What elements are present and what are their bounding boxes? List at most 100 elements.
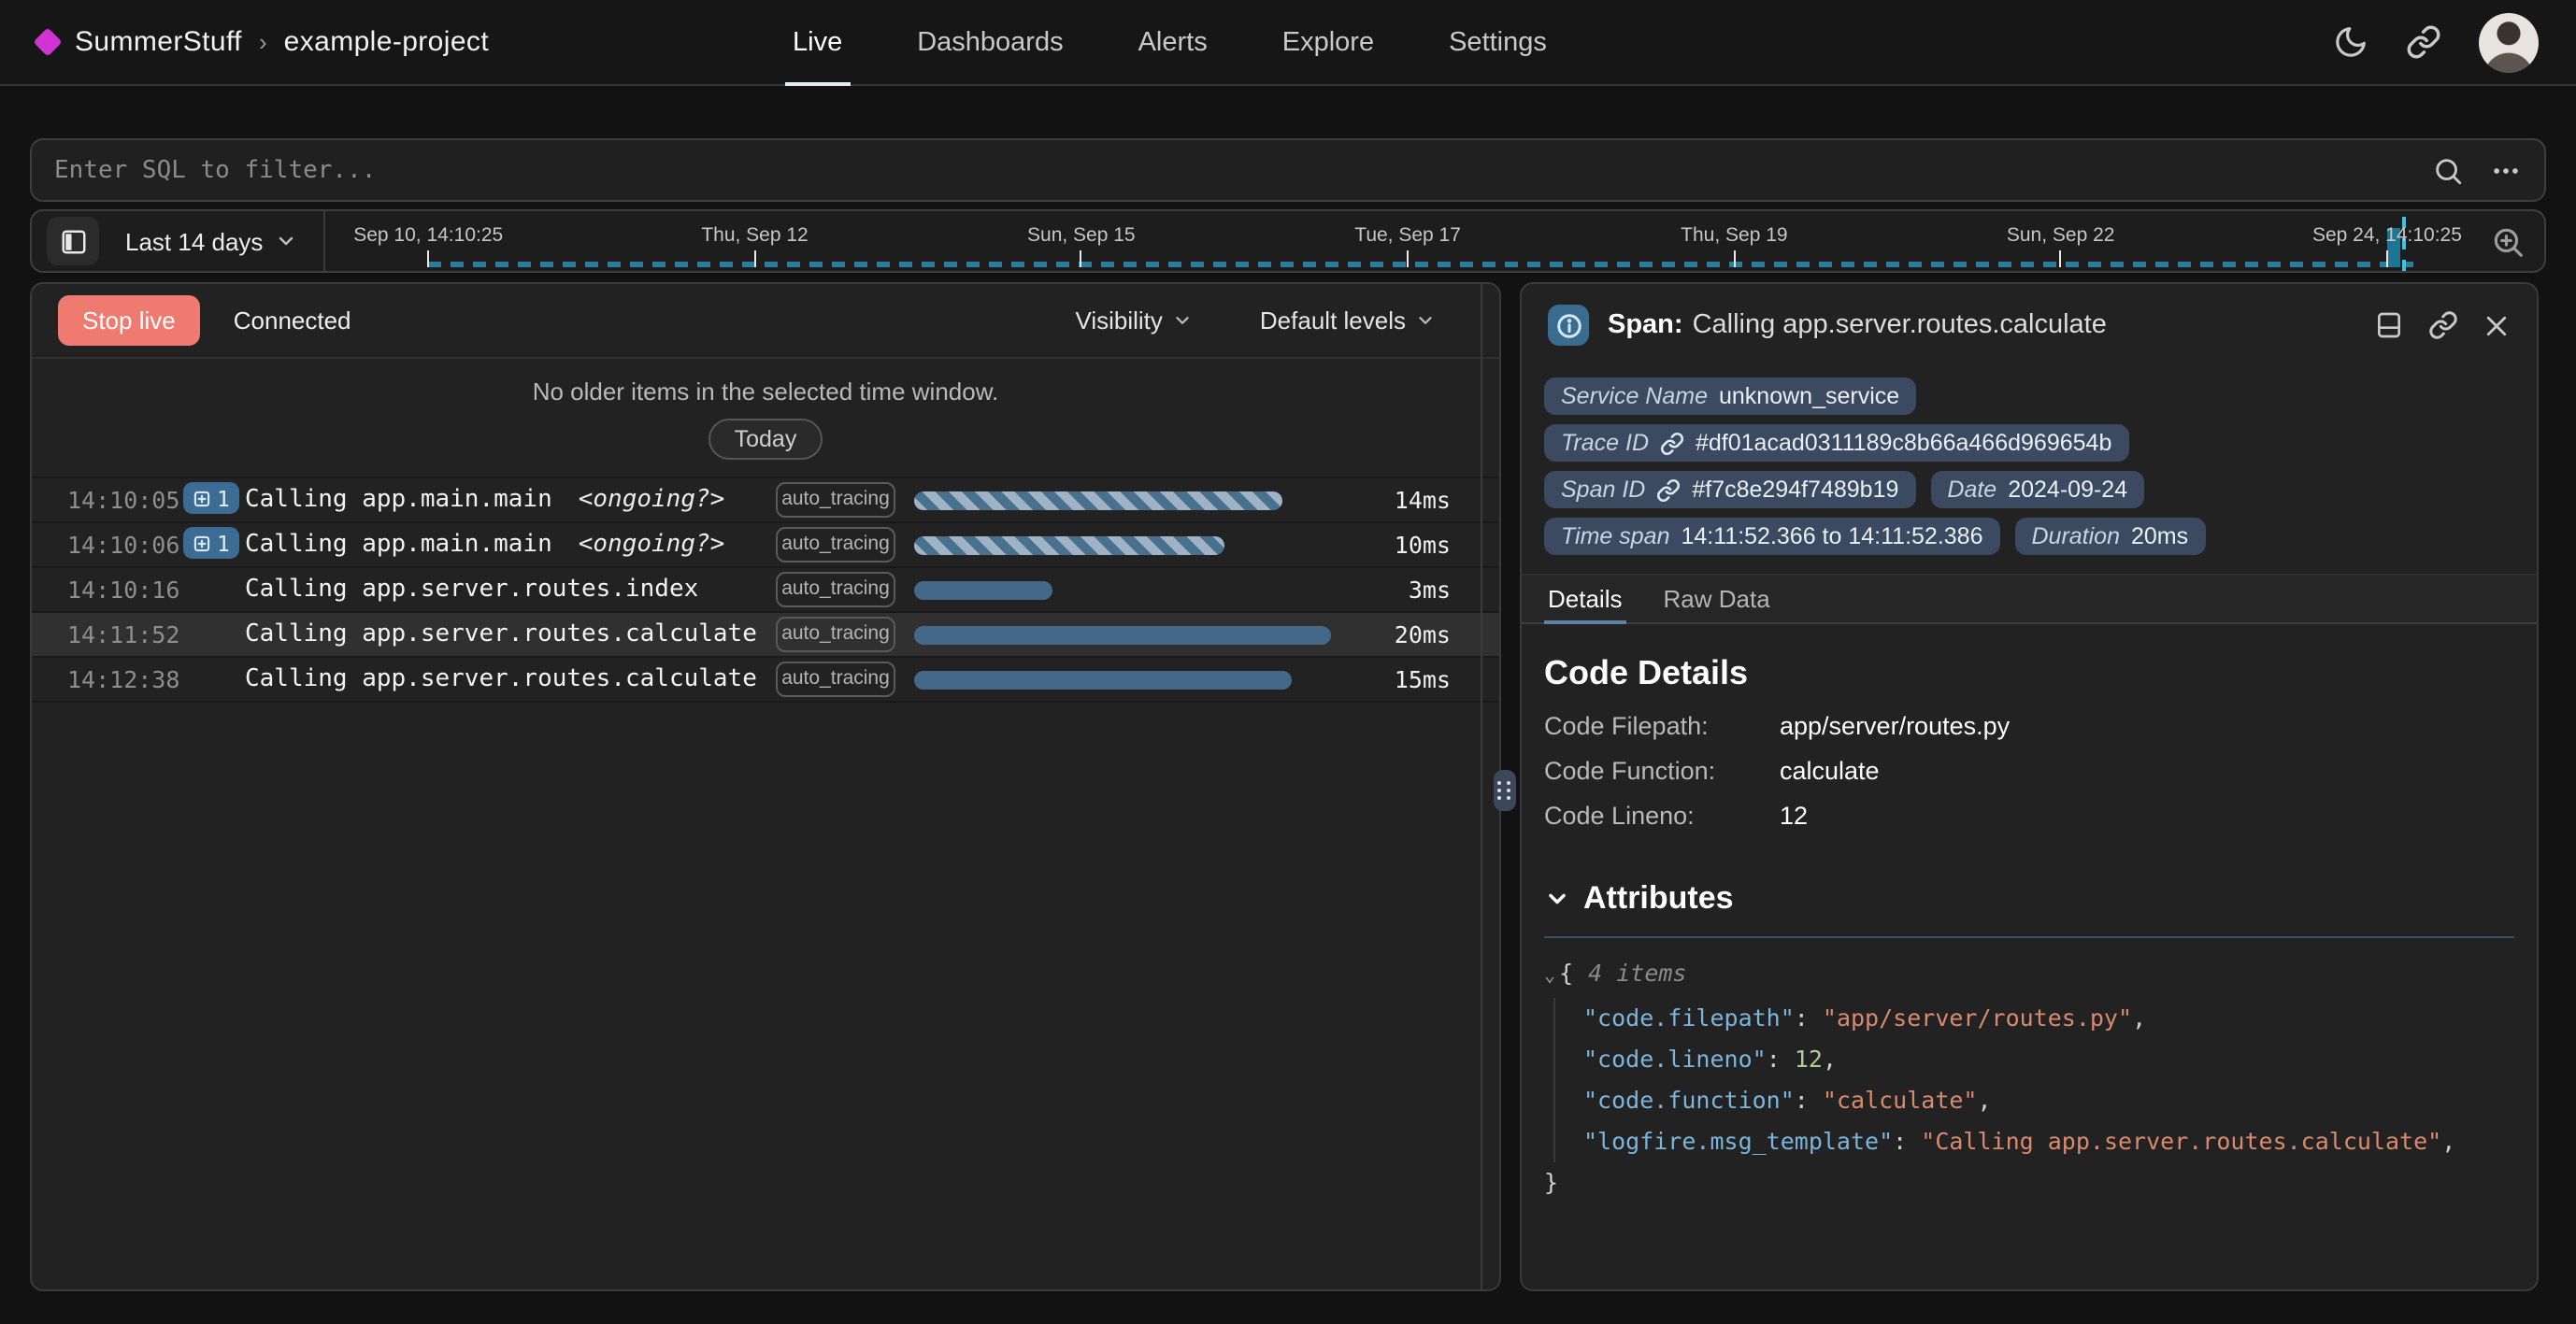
child-count-badge[interactable]: 1 (183, 528, 239, 560)
connection-status: Connected (234, 306, 351, 335)
log-timestamp: 14:10:16 (67, 576, 183, 604)
json-open-line[interactable]: ⌄{4 items (1544, 953, 2514, 998)
detail-tab-raw-data[interactable]: Raw Data (1660, 576, 1774, 622)
duration-label: 15ms (1363, 665, 1451, 693)
app-root: SummerStuff › example-project LiveDashbo… (0, 0, 2576, 1324)
meta-pill-label: Date (1947, 477, 1996, 503)
log-row[interactable]: 14:10:061Calling app.main.main<ongoing?>… (32, 523, 1499, 568)
close-panel-button[interactable] (2483, 311, 2511, 339)
chevron-right-icon: › (259, 28, 267, 56)
link-icon (2428, 310, 2458, 340)
nav-tab-explore[interactable]: Explore (1252, 0, 1404, 86)
panel-split-icon (2374, 310, 2404, 340)
timeline-tick-label: Sun, Sep 15 (1027, 224, 1136, 247)
search-icon (2432, 154, 2464, 186)
timeline-tick-mark (427, 250, 429, 267)
copy-link-button[interactable] (2428, 310, 2458, 340)
json-entry: "logfire.msg_template": "Calling app.ser… (1583, 1121, 2514, 1162)
meta-pill-label: Service Name (1561, 383, 1708, 409)
duration-bar (914, 670, 1291, 689)
span-title-prefix: Span: (1608, 310, 1683, 340)
tag-auto-tracing[interactable]: auto_tracing (776, 483, 895, 518)
meta-pill-label: Span ID (1561, 477, 1645, 503)
search-button[interactable] (2432, 154, 2464, 186)
sql-filter-input[interactable] (54, 156, 2432, 184)
zoom-in-icon (2490, 223, 2526, 259)
span-detail-header: Span: Calling app.server.routes.calculate (1522, 284, 2537, 366)
meta-pill-date: Date2024-09-24 (1930, 471, 2144, 508)
timeline-tick-label: Sep 10, 14:10:25 (353, 224, 503, 247)
time-range-select[interactable]: Last 14 days (125, 227, 296, 255)
today-button[interactable]: Today (708, 419, 823, 460)
log-message: Calling app.main.main<ongoing?> (245, 531, 776, 559)
more-options-button[interactable] (2490, 154, 2522, 186)
breadcrumb-project[interactable]: example-project (284, 26, 489, 58)
nav-tab-dashboards[interactable]: Dashboards (887, 0, 1093, 86)
user-avatar[interactable] (2479, 12, 2539, 72)
duration-bar (914, 625, 1331, 644)
detail-tab-details[interactable]: Details (1544, 576, 1626, 622)
attributes-json: ⌄{4 items"code.filepath": "app/server/ro… (1544, 953, 2514, 1203)
span-title-text: Calling app.server.routes.calculate (1693, 310, 2107, 340)
log-row[interactable]: 14:10:16Calling app.server.routes.indexa… (32, 568, 1499, 613)
chevron-down-icon (274, 230, 296, 252)
log-row[interactable]: 14:10:051Calling app.main.main<ongoing?>… (32, 478, 1499, 523)
chevron-down-icon (1172, 310, 1193, 331)
tag-auto-tracing[interactable]: auto_tracing (776, 662, 895, 697)
info-icon (1548, 305, 1589, 346)
meta-pill-trace-id: Trace ID#df01acad0311189c8b66a466d969654… (1544, 424, 2128, 462)
tag-auto-tracing[interactable]: auto_tracing (776, 573, 895, 607)
log-row[interactable]: 14:11:52Calling app.server.routes.calcul… (32, 613, 1499, 658)
logo-icon (33, 27, 62, 56)
stop-live-button[interactable]: Stop live (58, 295, 200, 346)
meta-pill-time-span: Time span 14:11:52.366 to 14:11:52.386 (1544, 518, 2000, 555)
panel-resize-handle[interactable] (1494, 770, 1516, 811)
log-badge-column (183, 662, 245, 696)
default-levels-dropdown[interactable]: Default levels (1260, 306, 1473, 335)
tag-auto-tracing[interactable]: auto_tracing (776, 528, 895, 562)
scrollbar-track[interactable] (1481, 284, 1482, 1289)
attributes-heading: Attributes (1583, 880, 1734, 918)
expand-icon (193, 490, 211, 508)
timeline-zoom-button[interactable] (2490, 223, 2526, 259)
sidebar-toggle-button[interactable] (47, 217, 99, 265)
duration-bar-track (914, 535, 1363, 554)
span-meta-row: Time span14:11:52.366 to 14:11:52.386Dur… (1544, 518, 2514, 555)
default-levels-label: Default levels (1260, 306, 1406, 335)
log-row[interactable]: 14:12:38Calling app.server.routes.calcul… (32, 658, 1499, 703)
link-icon[interactable] (1656, 477, 1681, 502)
live-feed-panel: Stop live Connected Visibility Default l… (30, 282, 1501, 1291)
expand-icon (193, 534, 211, 553)
meta-pill-value: #f7c8e294f7489b19 (1692, 477, 1898, 503)
duration-bar (914, 580, 1053, 599)
nav-tab-alerts[interactable]: Alerts (1109, 0, 1238, 86)
json-entry: "code.lineno": 12, (1583, 1039, 2514, 1080)
child-count-badge[interactable]: 1 (183, 483, 239, 515)
ongoing-indicator: <ongoing?> (579, 486, 725, 514)
meta-pill-label: Time span (1561, 523, 1670, 549)
older-items-text: No older items in the selected time wind… (32, 377, 1499, 406)
attributes-toggle[interactable]: Attributes (1544, 880, 2514, 918)
meta-pill-service-name: Service Nameunknown_service (1544, 377, 1916, 415)
theme-toggle-button[interactable] (2333, 24, 2368, 60)
visibility-label: Visibility (1075, 306, 1162, 335)
meta-pill-value: #df01acad0311189c8b66a466d969654b (1696, 430, 2111, 456)
link-icon[interactable] (1660, 431, 1684, 455)
visibility-dropdown[interactable]: Visibility (1075, 306, 1218, 335)
log-message: Calling app.server.routes.calculate (245, 665, 776, 693)
log-timestamp: 14:10:06 (67, 531, 183, 559)
chevron-down-icon (1544, 886, 1570, 912)
nav-tab-settings[interactable]: Settings (1419, 0, 1577, 86)
timeline-tick-label: Thu, Sep 19 (1681, 224, 1787, 247)
moon-icon (2333, 24, 2368, 60)
timeline-chart[interactable]: Sep 10, 14:10:25Thu, Sep 12Sun, Sep 15Tu… (324, 211, 2483, 271)
breadcrumb-org[interactable]: SummerStuff (75, 26, 242, 58)
meta-pill-value: 14:11:52.366 to 14:11:52.386 (1682, 523, 1983, 549)
tag-auto-tracing[interactable]: auto_tracing (776, 618, 895, 652)
share-link-button[interactable] (2406, 24, 2441, 60)
nav-tab-live[interactable]: Live (763, 0, 872, 86)
close-icon (2483, 311, 2511, 339)
duration-bar-track (914, 670, 1363, 689)
split-view-button[interactable] (2374, 310, 2404, 340)
time-range-label: Last 14 days (125, 227, 263, 255)
